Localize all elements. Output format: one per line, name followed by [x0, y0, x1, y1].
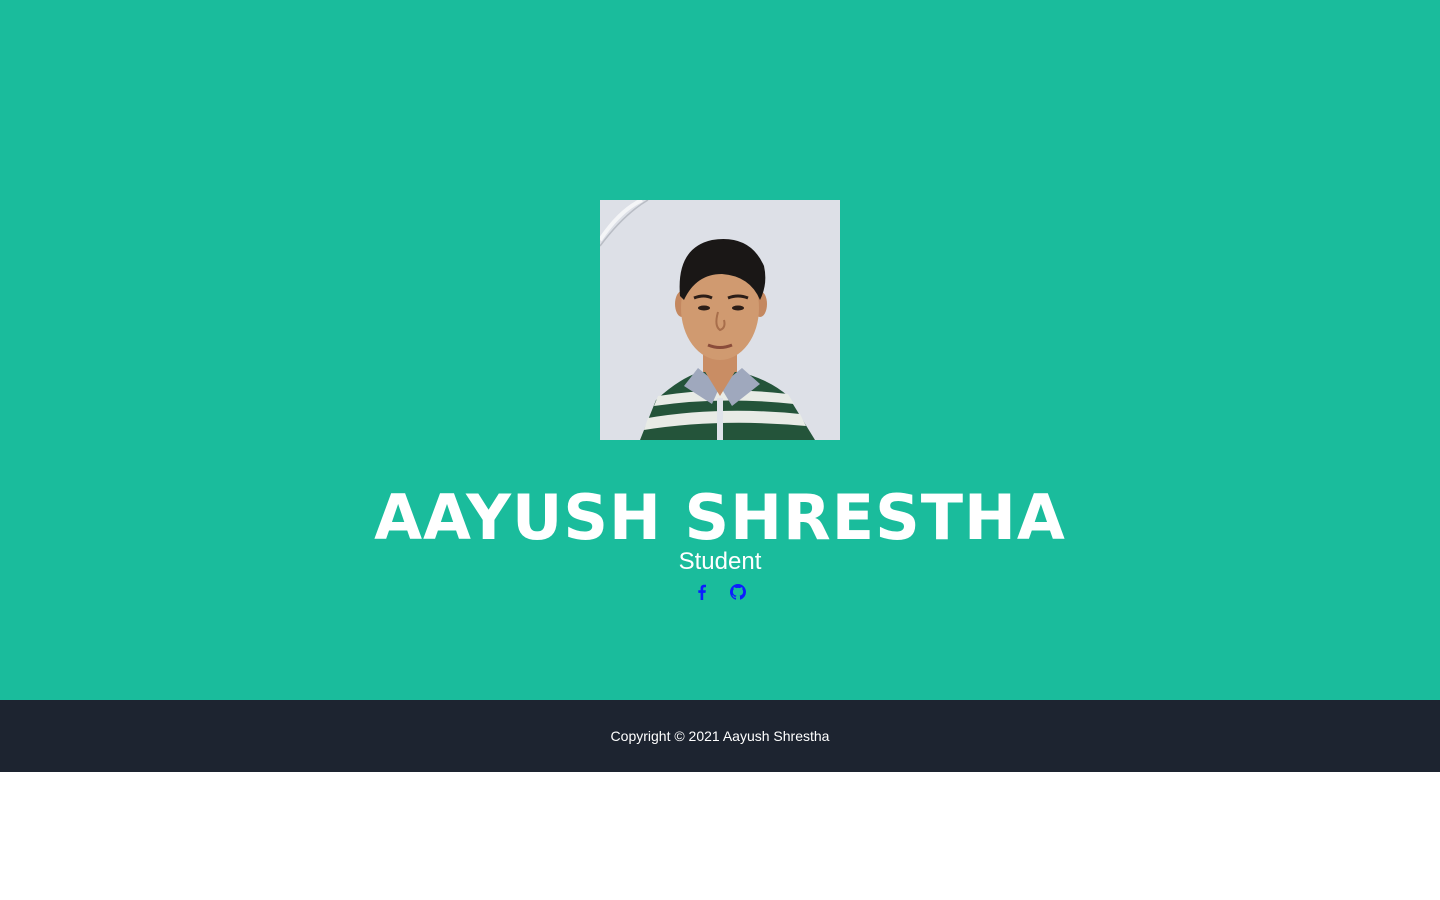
profile-photo-image — [600, 200, 840, 440]
footer: Copyright © 2021 Aayush Shrestha — [0, 700, 1440, 772]
profile-role: Student — [678, 548, 762, 575]
masthead: AAYUSH SHRESTHA Student — [0, 0, 1440, 700]
github-link[interactable] — [730, 580, 746, 604]
github-icon — [730, 584, 746, 600]
social-links — [0, 580, 1440, 604]
copyright-text: Copyright © 2021 Aayush Shrestha — [610, 728, 830, 744]
facebook-link[interactable] — [694, 580, 710, 604]
profile-photo — [600, 200, 840, 440]
facebook-icon — [698, 584, 706, 600]
